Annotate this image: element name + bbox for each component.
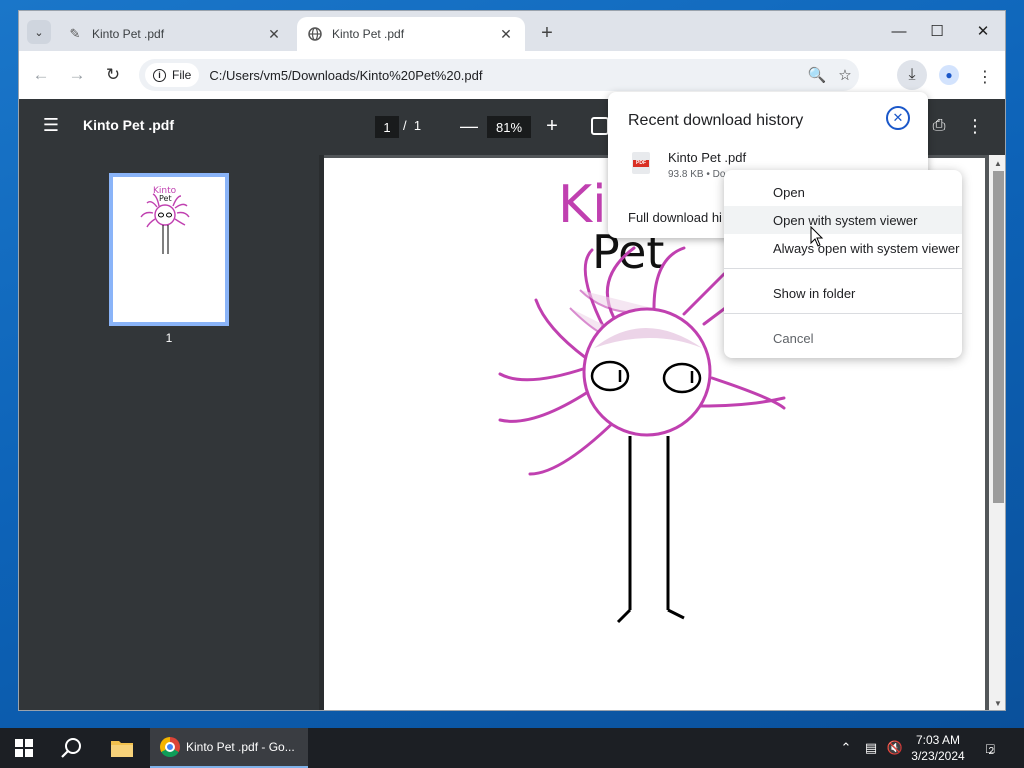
file-explorer-button[interactable] [98, 728, 146, 768]
download-icon: ⤓ [908, 66, 916, 83]
chevron-down-icon: ⌄ [34, 26, 44, 39]
close-icon[interactable]: ✕ [886, 106, 910, 130]
network-icon[interactable]: ▤ [860, 728, 882, 768]
close-tab-icon[interactable]: ✕ [497, 25, 515, 43]
full-download-history-link[interactable]: Full download hi [628, 210, 722, 225]
fit-page-icon[interactable] [591, 117, 609, 135]
page-total: 1 [413, 118, 422, 133]
zoom-in-button[interactable]: + [541, 114, 563, 138]
taskbar-chrome-app[interactable]: Kinto Pet .pdf - Go... [150, 728, 308, 768]
minimize-button[interactable]: — [879, 19, 919, 43]
download-context-menu: Open Open with system viewer Always open… [724, 170, 962, 358]
new-tab-button[interactable]: + [535, 21, 559, 45]
thumbnail-drawing: Kinto Pet [140, 186, 190, 254]
download-item-name: Kinto Pet .pdf [668, 150, 747, 165]
thumbnail-page-number: 1 [165, 331, 173, 345]
taskbar: Kinto Pet .pdf - Go... ⌃ ▤ 🔇 7:03 AM 3/2… [0, 728, 1024, 768]
page-separator: / [403, 118, 407, 133]
close-tab-icon[interactable]: ✕ [265, 25, 283, 43]
chrome-icon [160, 737, 180, 757]
file-chip-label: File [172, 68, 192, 82]
globe-icon [307, 26, 323, 42]
mouse-cursor-icon [810, 226, 824, 247]
profile-button[interactable]: ● [935, 61, 963, 89]
pdf-file-badge: PDF [633, 160, 649, 167]
download-bubble-title: Recent download history [628, 112, 804, 129]
site-info-chip[interactable]: i File [145, 63, 200, 87]
menu-separator [724, 268, 962, 269]
tab-title: Kinto Pet .pdf [92, 27, 165, 41]
scroll-up-icon[interactable]: ▲ [991, 157, 1005, 169]
url-text[interactable]: C:/Users/vm5/Downloads/Kinto%20Pet%20.pd… [209, 68, 803, 83]
info-icon: i [153, 68, 166, 82]
scrollbar-thumb[interactable] [993, 171, 1004, 503]
zoom-icon[interactable]: 🔍 [803, 61, 831, 89]
chrome-menu-button[interactable]: ⋮ [971, 63, 999, 91]
scroll-down-icon[interactable]: ▼ [991, 697, 1005, 709]
tab-strip: ⌄ ✎ Kinto Pet .pdf ✕ Kinto Pet .pdf ✕ + … [19, 11, 1005, 51]
pencil-icon: ✎ [69, 26, 81, 41]
reload-button[interactable]: ↻ [101, 63, 125, 87]
zoom-out-button[interactable]: — [459, 115, 479, 137]
pdf-title: Kinto Pet .pdf [83, 117, 174, 133]
taskbar-clock[interactable]: 7:03 AM 3/23/2024 [906, 732, 970, 764]
page-number-input[interactable]: 1 [375, 116, 399, 138]
tab-kinto-pet-2[interactable]: Kinto Pet .pdf ✕ [297, 17, 525, 51]
windows-logo-icon [15, 739, 33, 757]
taskbar-search-button[interactable] [48, 728, 96, 768]
menu-separator [724, 313, 962, 314]
volume-muted-icon[interactable]: 🔇 [884, 728, 906, 768]
tab-search-button[interactable]: ⌄ [27, 20, 51, 44]
star-icon[interactable]: ☆ [831, 61, 859, 89]
hamburger-menu-icon[interactable]: ☰ [41, 115, 61, 135]
folder-icon [111, 741, 133, 757]
menu-item-show-in-folder[interactable]: Show in folder [724, 279, 962, 307]
search-icon [61, 738, 81, 758]
taskbar-app-label: Kinto Pet .pdf - Go... [186, 740, 295, 754]
start-button[interactable] [0, 728, 48, 768]
notification-center-button[interactable]: □ 2 [976, 736, 1004, 760]
clock-date: 3/23/2024 [911, 749, 965, 763]
page-thumbnail[interactable]: Kinto Pet [109, 173, 229, 326]
downloads-button[interactable]: ⤓ [897, 60, 927, 90]
tab-title: Kinto Pet .pdf [332, 27, 405, 41]
menu-item-open-with-system-viewer[interactable]: Open with system viewer [724, 206, 962, 234]
print-icon[interactable]: ⎙ [928, 115, 950, 137]
menu-item-always-open-with-system-viewer[interactable]: Always open with system viewer [724, 234, 962, 262]
back-button[interactable]: ← [29, 63, 53, 87]
close-window-button[interactable]: ✕ [963, 19, 1003, 43]
menu-item-cancel[interactable]: Cancel [724, 324, 962, 352]
maximize-button[interactable]: ☐ [917, 19, 957, 43]
menu-item-open[interactable]: Open [724, 178, 962, 206]
pdf-more-actions-icon[interactable]: ⋮ [965, 115, 985, 137]
tab-kinto-pet-1[interactable]: ✎ Kinto Pet .pdf ✕ [57, 17, 293, 51]
clock-time: 7:03 AM [915, 733, 961, 747]
show-hidden-icons-chevron-icon[interactable]: ⌃ [836, 728, 856, 768]
page-count: / 1 [403, 118, 421, 133]
thumbnail-sidebar: Kinto Pet 1 [19, 155, 319, 710]
download-item-meta: 93.8 KB • Do [668, 169, 726, 180]
address-bar[interactable]: i File C:/Users/vm5/Downloads/Kinto%20Pe… [139, 59, 859, 91]
zoom-level-input[interactable]: 81% [487, 116, 531, 138]
avatar-icon: ● [939, 65, 959, 85]
forward-button[interactable]: → [65, 63, 89, 87]
pdf-file-icon: PDF [632, 152, 650, 174]
notification-count: 2 [988, 745, 995, 757]
thumbnail-text-bottom: Pet [159, 194, 172, 203]
